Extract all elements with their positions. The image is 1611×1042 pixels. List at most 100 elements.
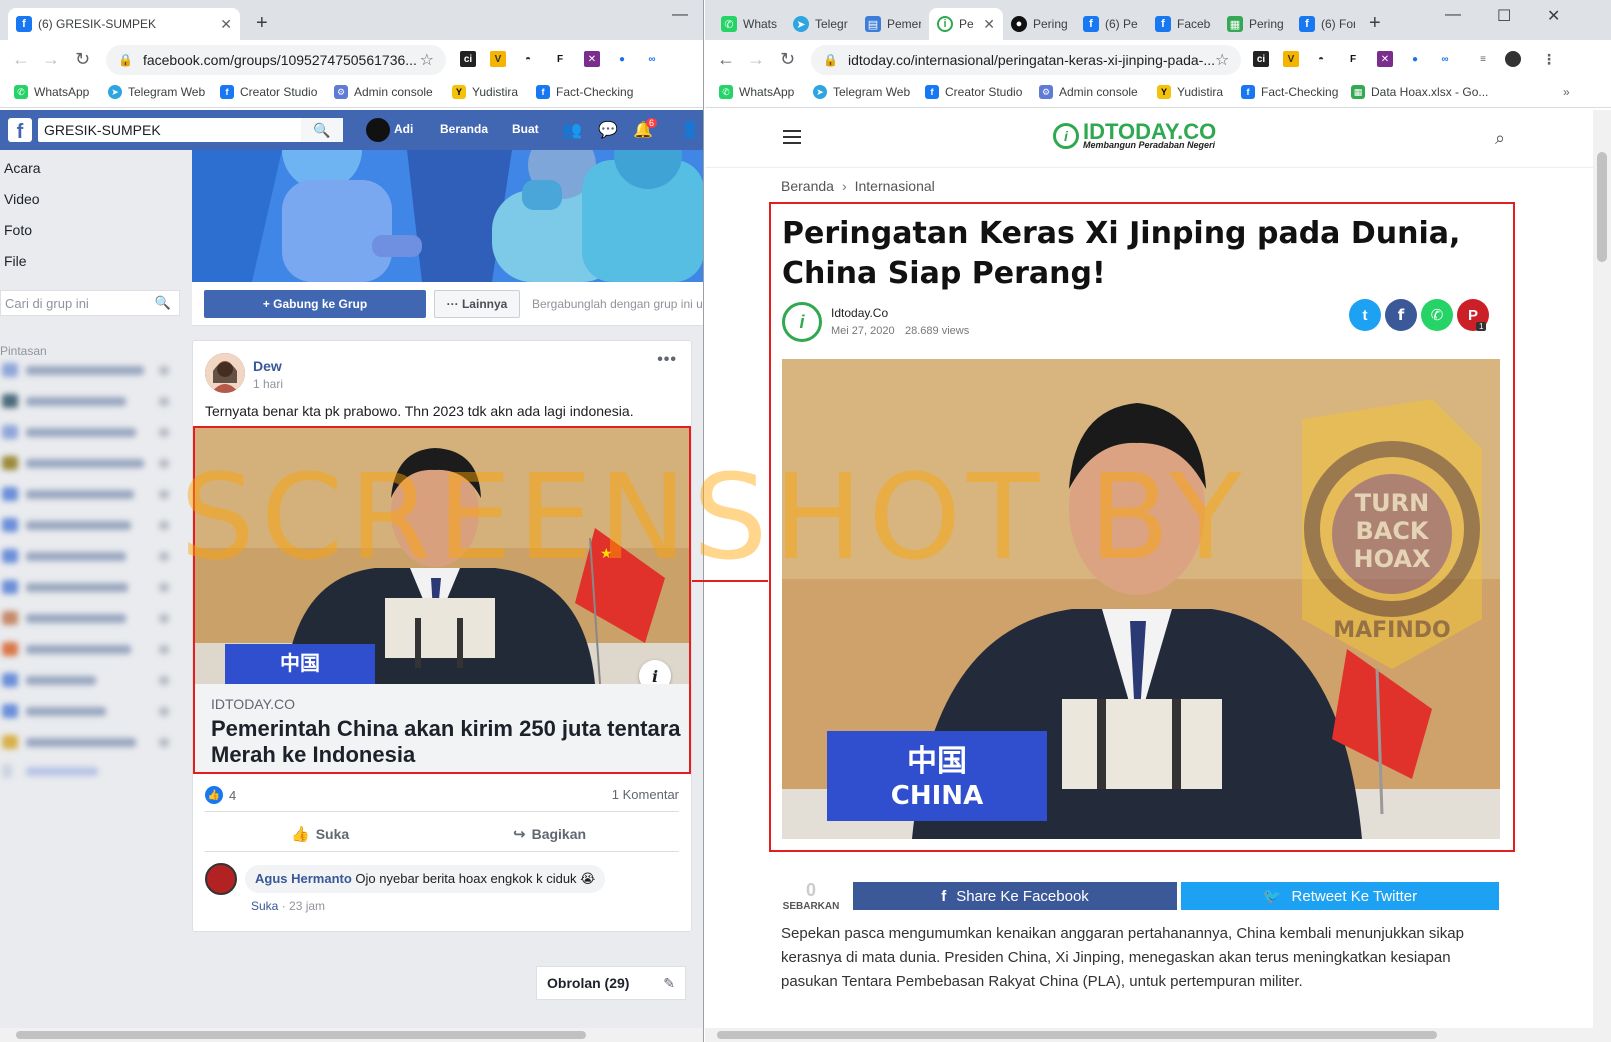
new-tab-button[interactable]: + <box>256 12 268 35</box>
maximize-button[interactable]: ☐ <box>1497 6 1511 26</box>
whatsapp-share-icon[interactable]: ✆ <box>1421 299 1453 331</box>
extension-icon[interactable]: ● <box>1407 51 1423 67</box>
bookmark-whatsapp[interactable]: ✆ WhatsApp <box>14 85 89 99</box>
bookmark-admin-console[interactable]: ⚙ Admin console <box>334 85 433 99</box>
profile-avatar-icon[interactable] <box>1505 51 1521 67</box>
close-tab-icon[interactable]: ✕ <box>977 16 995 33</box>
avatar[interactable] <box>205 353 245 393</box>
post-time[interactable]: 1 hari <box>253 377 283 391</box>
home-link[interactable]: Beranda <box>440 122 488 136</box>
reload-icon[interactable]: ↻ <box>780 49 795 70</box>
extension-icon[interactable]: ✕ <box>584 51 600 67</box>
link-title[interactable]: Pemerintah China akan kirim 250 juta ten… <box>211 716 681 768</box>
extension-icon[interactable]: ci <box>1253 51 1269 67</box>
shortcut-item-blurred[interactable] <box>0 704 175 718</box>
bookmark-yudistira[interactable]: Y Yudistira <box>1157 85 1223 99</box>
breadcrumb-home[interactable]: Beranda <box>781 178 834 194</box>
bookmark-yudistira[interactable]: Y Yudistira <box>452 85 518 99</box>
shortcut-item-blurred[interactable] <box>0 487 175 501</box>
bookmark-creator-studio[interactable]: f Creator Studio <box>925 85 1022 99</box>
bookmark-fact-checking[interactable]: f Fact-Checking <box>536 85 633 99</box>
shortcut-item-blurred[interactable] <box>0 456 175 470</box>
browser-menu-icon[interactable]: ⋮ <box>1541 51 1557 67</box>
shortcut-item-blurred[interactable] <box>0 425 175 439</box>
extension-icon[interactable]: V <box>1283 51 1299 67</box>
shortcut-item-blurred[interactable] <box>0 673 175 687</box>
tab-pering[interactable]: ● Pering <box>1003 8 1075 40</box>
avatar[interactable] <box>366 118 390 142</box>
facebook-search-input[interactable]: GRESIK-SUMPEK <box>38 118 338 142</box>
tab-facebook[interactable]: f (6) For <box>1291 8 1363 40</box>
tab-facebook[interactable]: f (6) Pe <box>1075 8 1147 40</box>
article-author[interactable]: Idtoday.Co <box>831 306 888 320</box>
shortcut-item-blurred[interactable] <box>0 611 175 625</box>
extension-icon[interactable]: F <box>552 51 568 67</box>
bookmark-creator-studio[interactable]: f Creator Studio <box>220 85 317 99</box>
comment-author[interactable]: Agus Hermanto <box>255 871 352 886</box>
bookmark-telegram[interactable]: ➤ Telegram Web <box>813 85 910 99</box>
extension-icon[interactable]: ∞ <box>1437 51 1453 67</box>
close-window-button[interactable]: ✕ <box>1547 6 1560 26</box>
minimize-button[interactable]: — <box>672 6 688 24</box>
site-logo[interactable]: i IDTODAY.CO Membangun Peradaban Negeri <box>1053 121 1216 150</box>
new-tab-button[interactable]: + <box>1369 12 1381 35</box>
scrollbar-thumb[interactable] <box>717 1031 1437 1039</box>
shortcut-item-blurred[interactable] <box>0 363 175 377</box>
forward-icon[interactable]: → <box>42 49 60 70</box>
friends-icon[interactable]: 👥 <box>562 120 582 140</box>
group-nav-files[interactable]: File <box>4 253 27 269</box>
group-nav-photos[interactable]: Foto <box>4 222 32 238</box>
extension-icon[interactable]: ci <box>460 51 476 67</box>
create-link[interactable]: Buat <box>512 122 539 136</box>
shortcut-item-blurred[interactable] <box>0 642 175 656</box>
group-nav-videos[interactable]: Video <box>4 191 40 207</box>
extension-icon[interactable]: F <box>1345 51 1361 67</box>
bookmark-telegram[interactable]: ➤ Telegram Web <box>108 85 205 99</box>
horizontal-scrollbar[interactable] <box>0 1028 703 1042</box>
extension-icon[interactable]: ✕ <box>1377 51 1393 67</box>
group-nav-events[interactable]: Acara <box>4 160 41 176</box>
search-icon[interactable]: 🔍 <box>301 118 343 142</box>
back-icon[interactable]: ← <box>717 49 735 70</box>
tab-pemer[interactable]: ▤ Pemer <box>857 8 929 40</box>
more-options-button[interactable]: ··· Lainnya <box>434 290 520 318</box>
facebook-logo-icon[interactable]: f <box>8 118 32 142</box>
facebook-share-icon[interactable]: f <box>1385 299 1417 331</box>
reading-list-icon[interactable]: ≡ <box>1475 51 1491 67</box>
bookmark-whatsapp[interactable]: ✆ WhatsApp <box>719 85 794 99</box>
shortcut-item-blurred[interactable] <box>0 735 175 749</box>
info-icon[interactable]: i <box>639 660 671 684</box>
tab-pering[interactable]: ▦ Pering <box>1219 8 1291 40</box>
shortcut-item-blurred[interactable] <box>0 549 175 563</box>
share-button[interactable]: ↪ Bagikan <box>513 825 586 843</box>
retweet-button[interactable]: 🐦 Retweet Ke Twitter <box>1181 882 1499 910</box>
post-author[interactable]: Dew <box>253 358 282 374</box>
bookmark-admin-console[interactable]: ⚙ Admin console <box>1039 85 1138 99</box>
reaction-summary[interactable]: 👍 4 <box>205 786 236 804</box>
more-bookmarks-icon[interactable]: » <box>1563 85 1570 99</box>
messenger-icon[interactable]: 💬 <box>598 120 618 140</box>
tab-telegram[interactable]: ➤ Telegr <box>785 8 857 40</box>
bookmark-star-icon[interactable]: ☆ <box>1215 50 1229 70</box>
scrollbar-thumb[interactable] <box>1597 152 1607 262</box>
address-bar[interactable]: 🔒 idtoday.co/internasional/peringatan-ke… <box>811 45 1241 75</box>
menu-icon[interactable] <box>783 130 801 148</box>
vertical-scrollbar[interactable] <box>1593 110 1611 1028</box>
comment-like-link[interactable]: Suka <box>251 899 278 913</box>
chat-sidebar-toggle[interactable]: Obrolan (29) ✎ <box>536 966 686 1000</box>
join-group-button[interactable]: + Gabung ke Grup <box>204 290 426 318</box>
author-avatar[interactable]: i <box>782 302 822 342</box>
scrollbar-thumb[interactable] <box>16 1031 586 1039</box>
tab-facebook-group[interactable]: f (6) GRESIK-SUMPEK ✕ <box>8 8 240 40</box>
horizontal-scrollbar[interactable] <box>705 1028 1611 1042</box>
bookmark-star-icon[interactable]: ☆ <box>420 50 434 70</box>
address-bar[interactable]: 🔒 facebook.com/groups/1095274750561736..… <box>106 45 446 75</box>
shortcut-item-blurred[interactable] <box>0 580 175 594</box>
extension-icon[interactable]: V <box>490 51 506 67</box>
comment-count-link[interactable]: 1 Komentar <box>612 787 679 802</box>
shortcut-item-blurred[interactable] <box>0 394 175 408</box>
reload-icon[interactable]: ↻ <box>75 49 90 70</box>
commenter-avatar[interactable] <box>205 863 237 895</box>
group-search-input[interactable]: Cari di grup ini 🔍 <box>0 290 180 316</box>
like-button[interactable]: 👍 Suka <box>291 825 349 843</box>
